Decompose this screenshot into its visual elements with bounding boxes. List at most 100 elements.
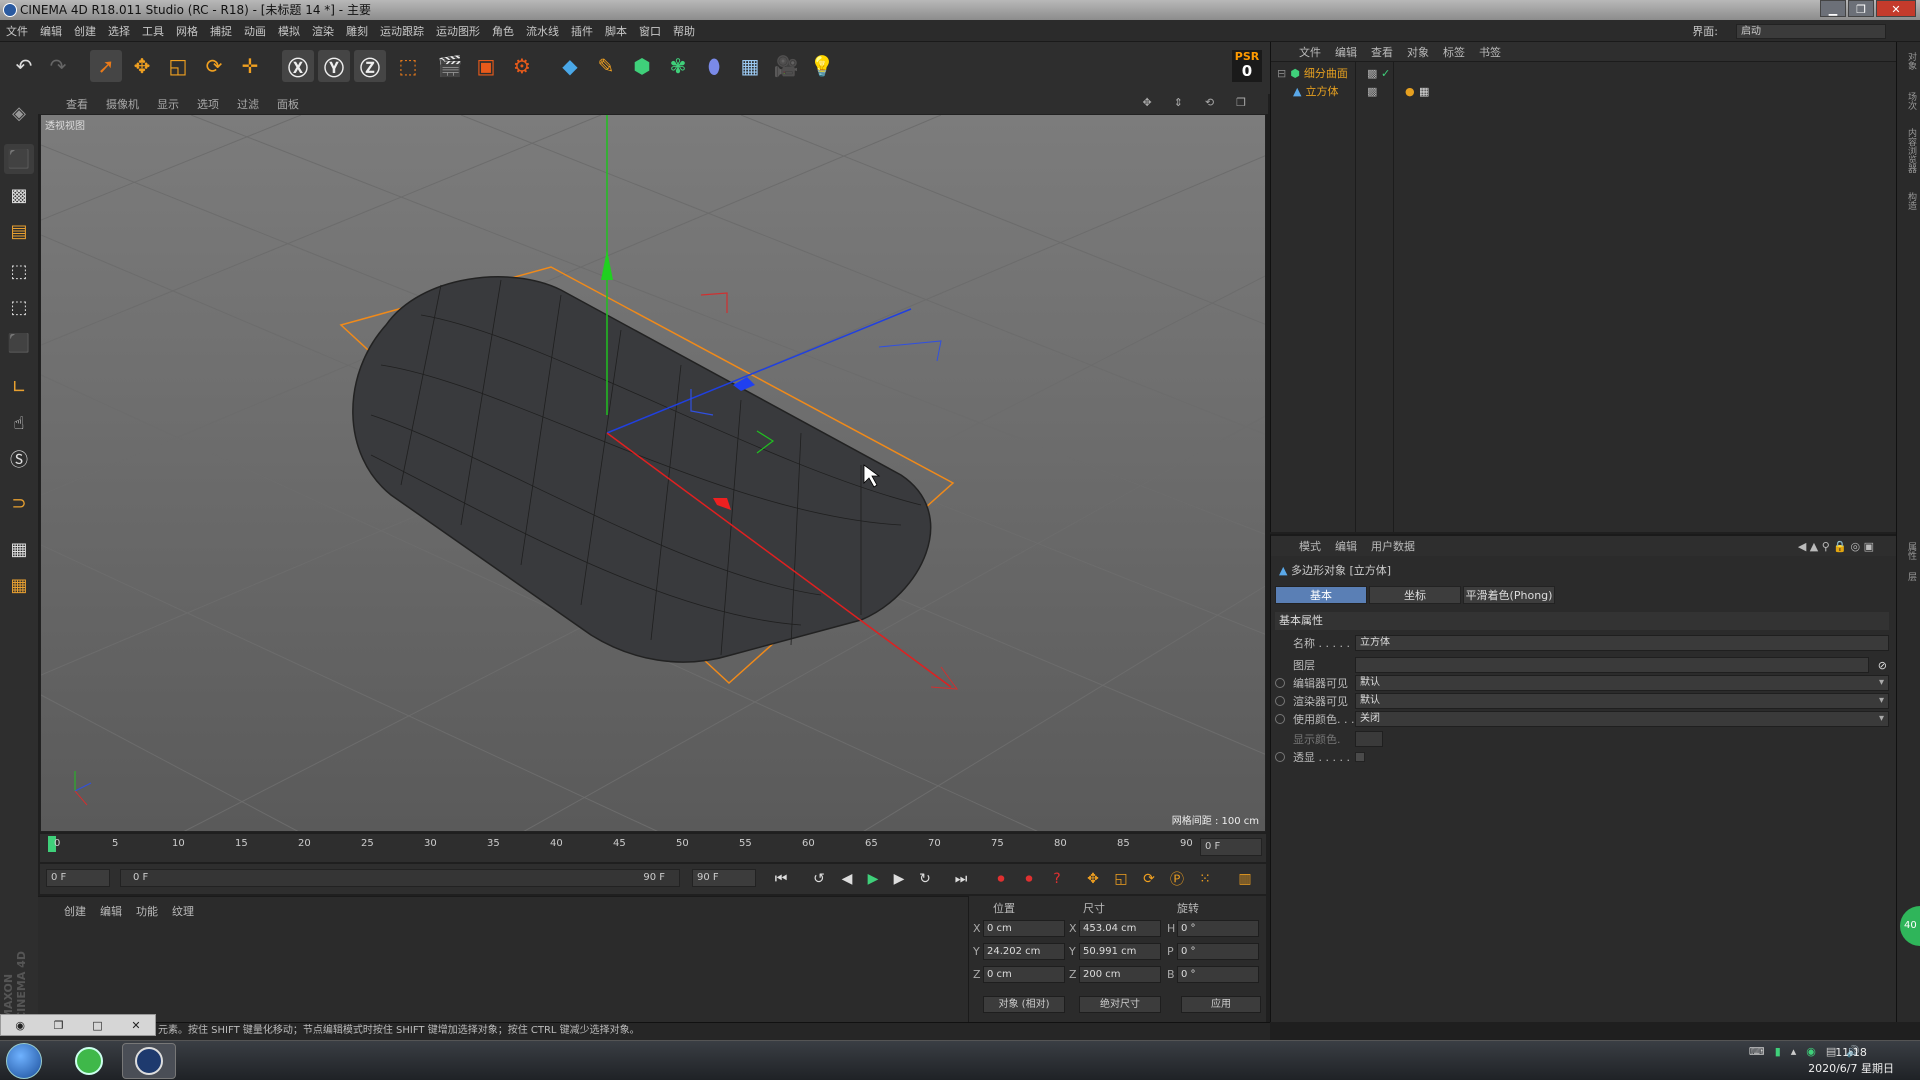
start-button[interactable]: [6, 1043, 42, 1079]
minimize-button[interactable]: ▁: [1820, 0, 1846, 17]
perspective-viewport[interactable]: 透视视图 网格间距 : 100 cm: [40, 114, 1266, 832]
size-x-field[interactable]: 453.04 cm: [1079, 920, 1161, 937]
side-tab-takes[interactable]: 场次: [1900, 92, 1918, 110]
menu-mesh[interactable]: 网格: [176, 23, 198, 39]
tweak-mode-icon[interactable]: ☝: [4, 408, 34, 438]
menu-animate[interactable]: 动画: [244, 23, 266, 39]
cube-primitive-icon[interactable]: ◆: [554, 50, 586, 82]
menu-simulate[interactable]: 模拟: [278, 23, 300, 39]
layout-dropdown[interactable]: 启动: [1736, 23, 1886, 39]
array-generator-icon[interactable]: ✾: [662, 50, 694, 82]
go-to-end-icon[interactable]: ⏭: [950, 868, 972, 890]
enabled-check-icon[interactable]: ✓: [1381, 67, 1390, 80]
expand-toggle-icon[interactable]: ⊟: [1277, 67, 1286, 80]
render-view-icon[interactable]: 🎬: [434, 50, 466, 82]
menu-mograph[interactable]: 运动图形: [436, 23, 480, 39]
go-to-start-icon[interactable]: ⏮: [770, 868, 792, 890]
menu-file[interactable]: 文件: [6, 23, 28, 39]
preview-range-slider[interactable]: 0 F 90 F: [120, 869, 680, 887]
editor-visible-dropdown[interactable]: 默认 ▾: [1355, 675, 1889, 691]
edges-mode-icon[interactable]: ⬚: [4, 292, 34, 322]
menu-sculpt[interactable]: 雕刻: [346, 23, 368, 39]
menu-create[interactable]: 创建: [74, 23, 96, 39]
rotation-b-field[interactable]: 0 °: [1177, 966, 1259, 983]
zoom-icon[interactable]: ⇕: [1174, 96, 1183, 109]
size-y-field[interactable]: 50.991 cm: [1079, 943, 1161, 960]
close-button[interactable]: ✕: [1876, 0, 1916, 17]
size-z-field[interactable]: 200 cm: [1079, 966, 1161, 983]
key-position-icon[interactable]: ✥: [1082, 868, 1104, 890]
attribute-nav-icons[interactable]: ◀ ▲ ⚲ 🔒 ◎ ▣: [1798, 540, 1874, 553]
previous-frame-icon[interactable]: ◀: [836, 868, 858, 890]
layer-clear-icon[interactable]: ⊘: [1878, 659, 1887, 672]
workplane-lock-icon[interactable]: ▦: [4, 534, 34, 564]
start-frame-field[interactable]: 0 F: [46, 869, 110, 887]
camera-icon[interactable]: 🎥: [770, 50, 802, 82]
system-clock[interactable]: 11:18 2020/6/7 星期日: [1808, 1045, 1894, 1077]
x-axis-lock-icon[interactable]: Ⓧ: [282, 50, 314, 82]
menu-character[interactable]: 角色: [492, 23, 514, 39]
apply-button[interactable]: 应用: [1181, 996, 1261, 1013]
display-color-swatch[interactable]: [1355, 731, 1383, 747]
coordinate-mode-dropdown[interactable]: 对象 (相对): [983, 996, 1065, 1013]
selection-tag-icon[interactable]: ●: [1405, 85, 1415, 98]
menu-window[interactable]: 窗口: [639, 23, 661, 39]
xray-checkbox[interactable]: [1355, 752, 1365, 762]
layer-field[interactable]: [1355, 657, 1869, 673]
xy-plane-handle[interactable]: [700, 292, 728, 313]
model-mode-icon[interactable]: ⬛: [4, 144, 34, 174]
key-rotation-icon[interactable]: ⟳: [1138, 868, 1160, 890]
orbit-icon[interactable]: ⟲: [1205, 96, 1214, 109]
menu-pipeline[interactable]: 流水线: [526, 23, 559, 39]
rotation-h-field[interactable]: 0 °: [1177, 920, 1259, 937]
menu-motion-tracking[interactable]: 运动跟踪: [380, 23, 424, 39]
side-tab-objects[interactable]: 对象: [1900, 52, 1918, 70]
timeline-ruler[interactable]: 0 5 10 15 20 25 30 35 40 45 50 55 60 65 …: [40, 834, 1266, 862]
key-scale-icon[interactable]: ◱: [1110, 868, 1132, 890]
object-menu-bookmarks[interactable]: 书签: [1479, 44, 1501, 60]
minimized-maximize-icon[interactable]: □: [92, 1019, 102, 1032]
material-menu-texture[interactable]: 纹理: [172, 903, 194, 919]
size-mode-dropdown[interactable]: 绝对尺寸: [1079, 996, 1161, 1013]
viewport-menu-display[interactable]: 显示: [157, 96, 179, 112]
y-axis-lock-icon[interactable]: Ⓨ: [318, 50, 350, 82]
menu-help[interactable]: 帮助: [673, 23, 695, 39]
phong-tag-icon[interactable]: ▦: [1419, 85, 1429, 98]
keyframe-selection-icon[interactable]: ?: [1046, 868, 1068, 890]
attribute-menu-edit[interactable]: 编辑: [1335, 538, 1357, 554]
rotation-p-field[interactable]: 0 °: [1177, 943, 1259, 960]
axis-mode-icon[interactable]: ∟: [4, 372, 34, 402]
taskbar-browser-app[interactable]: [62, 1043, 116, 1079]
menu-script[interactable]: 脚本: [605, 23, 627, 39]
solo-mode-icon[interactable]: Ⓢ: [4, 444, 34, 474]
material-menu-function[interactable]: 功能: [136, 903, 158, 919]
timeline-window-icon[interactable]: ▥: [1234, 868, 1256, 890]
next-frame-icon[interactable]: ▶: [888, 868, 910, 890]
key-parameter-icon[interactable]: Ⓟ: [1166, 868, 1188, 890]
recent-tool-icon[interactable]: ✛: [234, 50, 266, 82]
autokey-icon[interactable]: ⏺: [1018, 868, 1040, 890]
tray-expand-icon[interactable]: ▴: [1791, 1045, 1797, 1058]
name-field[interactable]: 立方体: [1355, 635, 1889, 651]
object-row-subdivision[interactable]: ⊟ ⬢ 细分曲面 ▩ ✓: [1277, 64, 1390, 82]
move-tool-icon[interactable]: ✥: [126, 50, 158, 82]
viewport-menu-cameras[interactable]: 摄像机: [106, 96, 139, 112]
object-row-cube[interactable]: ▲ 立方体 ▩ ● ▦: [1293, 82, 1429, 100]
end-frame-field[interactable]: 90 F: [692, 869, 756, 887]
current-frame-field[interactable]: 0 F: [1200, 838, 1262, 856]
position-x-field[interactable]: 0 cm: [983, 920, 1065, 937]
material-menu-edit[interactable]: 编辑: [100, 903, 122, 919]
viewport-menu-view[interactable]: 查看: [66, 96, 88, 112]
attribute-menu-user-data[interactable]: 用户数据: [1371, 538, 1415, 554]
scale-tool-icon[interactable]: ◱: [162, 50, 194, 82]
menu-tools[interactable]: 工具: [142, 23, 164, 39]
maximize-button[interactable]: ❐: [1848, 0, 1874, 17]
battery-icon[interactable]: ▮: [1775, 1045, 1781, 1058]
polygons-mode-icon[interactable]: ⬛: [4, 328, 34, 358]
side-tab-attributes[interactable]: 属性: [1900, 542, 1918, 560]
side-tab-content-browser[interactable]: 内容浏览器: [1900, 128, 1918, 173]
tab-coordinates[interactable]: 坐标: [1369, 586, 1461, 604]
position-z-field[interactable]: 0 cm: [983, 966, 1065, 983]
undo-icon[interactable]: ↶: [8, 50, 40, 82]
texture-mode-icon[interactable]: ▩: [4, 180, 34, 210]
